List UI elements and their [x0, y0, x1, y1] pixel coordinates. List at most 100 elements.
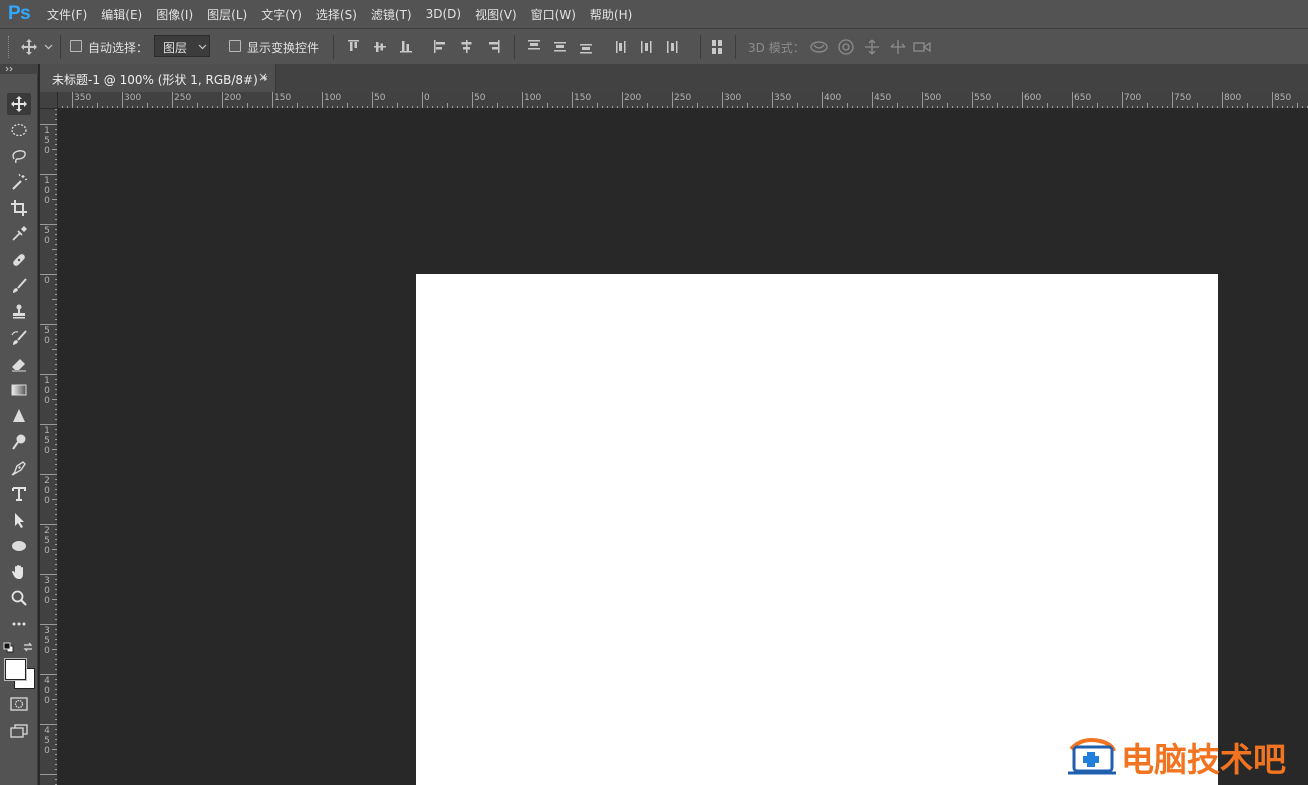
gradient-tool[interactable] [7, 379, 31, 401]
hand-tool[interactable] [7, 561, 31, 583]
ruler-label: 150 [574, 93, 592, 103]
ruler-label: 100 [44, 376, 50, 406]
arrow-pointer-icon [15, 513, 24, 528]
ruler-label: 250 [44, 526, 50, 556]
ruler-label: 600 [1024, 93, 1042, 103]
eraser-icon [12, 359, 26, 372]
magnifier-icon [11, 590, 27, 606]
menu-window[interactable]: 窗口(W) [524, 6, 583, 23]
menu-items: 文件(F) 编辑(E) 图像(I) 图层(L) 文字(Y) 选择(S) 滤镜(T… [40, 0, 639, 28]
show-transform-checkbox[interactable] [229, 40, 241, 52]
ruler-label: 300 [724, 93, 742, 103]
menu-filter[interactable]: 滤镜(T) [364, 6, 419, 23]
ruler-label: 450 [44, 726, 50, 756]
menu-file[interactable]: 文件(F) [40, 6, 94, 23]
document-canvas[interactable] [416, 274, 1218, 785]
document-tab-title: 未标题-1 @ 100% (形状 1, RGB/8#) * [52, 73, 268, 87]
ruler-origin[interactable] [40, 92, 58, 109]
magic-wand-tool[interactable] [7, 171, 31, 193]
ruler-label: 400 [44, 676, 50, 706]
foreground-color-swatch[interactable] [4, 658, 27, 681]
type-tool[interactable] [7, 483, 31, 505]
ruler-label: 50 [474, 93, 486, 103]
menu-view[interactable]: 视图(V) [468, 6, 524, 23]
ruler-label: 500 [924, 93, 942, 103]
ruler-label: 0 [424, 93, 430, 103]
3d-mode-buttons-group[interactable] [808, 37, 938, 57]
default-colors-icon[interactable] [3, 642, 14, 653]
crop-tool[interactable] [7, 197, 31, 219]
ruler-label: 800 [1224, 93, 1242, 103]
shape-tool[interactable] [7, 535, 31, 557]
eyedropper-tool[interactable] [7, 223, 31, 245]
brush-tool[interactable] [7, 275, 31, 297]
crop-icon [11, 200, 27, 216]
ruler-label: 100 [324, 93, 342, 103]
watermark: 电脑技术吧 [1066, 733, 1306, 779]
zoom-tool[interactable] [7, 587, 31, 609]
eraser-tool[interactable] [7, 353, 31, 375]
document-tab[interactable]: 未标题-1 @ 100% (形状 1, RGB/8#) * × [40, 64, 276, 92]
menu-help[interactable]: 帮助(H) [583, 6, 639, 23]
history-brush-tool[interactable] [7, 327, 31, 349]
ruler-label: 650 [1074, 93, 1092, 103]
more-tools-button[interactable] [7, 613, 31, 635]
photoshop-logo[interactable]: Ps [8, 3, 31, 25]
align-buttons-group[interactable] [346, 38, 506, 56]
ruler-label: 150 [274, 93, 292, 103]
watermark-logo-icon [1068, 738, 1116, 775]
ruler-label: 850 [1274, 93, 1292, 103]
tools-panel-header[interactable] [0, 64, 38, 74]
close-icon[interactable]: × [258, 70, 268, 84]
auto-select-label: 自动选择： [88, 41, 149, 55]
screen-mode-icon[interactable] [9, 723, 29, 739]
ruler-label: 300 [124, 93, 142, 103]
ruler-label: 200 [44, 476, 50, 506]
move-icon [11, 96, 27, 112]
swap-colors-icon[interactable] [22, 641, 34, 653]
ellipse-shape-icon [12, 541, 26, 551]
auto-select-checkbox[interactable] [70, 40, 82, 52]
options-bar-grip[interactable] [8, 36, 11, 58]
blur-tool[interactable] [7, 405, 31, 427]
marquee-tool[interactable] [7, 119, 31, 141]
auto-select-target-select[interactable]: 图层 [154, 35, 210, 57]
menu-layer[interactable]: 图层(L) [200, 6, 254, 23]
move-tool-preset-icon[interactable] [20, 38, 38, 56]
ruler-label: 0 [44, 276, 50, 286]
dodge-icon [12, 434, 26, 450]
ruler-label: 350 [44, 626, 50, 656]
ruler-label: 250 [174, 93, 192, 103]
ruler-label: 450 [874, 93, 892, 103]
healing-brush-tool[interactable] [7, 249, 31, 271]
vertical-ruler[interactable]: 150 100 50 0 50 100 150 200 250 300 350 400 450 [40, 109, 58, 785]
chevron-down-icon[interactable] [44, 44, 53, 50]
ruler-label: 200 [624, 93, 642, 103]
auto-align-icon[interactable] [709, 38, 725, 56]
expand-panel-icon[interactable] [5, 66, 15, 72]
tools-panel [0, 64, 38, 785]
ruler-label: 100 [524, 93, 542, 103]
hand-icon [12, 565, 23, 579]
show-transform-label: 显示变换控件 [247, 41, 320, 55]
path-selection-tool[interactable] [7, 509, 31, 531]
clone-stamp-tool[interactable] [7, 301, 31, 323]
ruler-label: 550 [974, 93, 992, 103]
menu-select[interactable]: 选择(S) [309, 6, 364, 23]
menu-edit[interactable]: 编辑(E) [94, 6, 149, 23]
dodge-tool[interactable] [7, 431, 31, 453]
menu-bar: Ps 文件(F) 编辑(E) 图像(I) 图层(L) 文字(Y) 选择(S) 滤… [0, 0, 1308, 28]
menu-3d[interactable]: 3D(D) [419, 7, 468, 21]
quick-mask-icon[interactable] [9, 696, 29, 712]
lasso-tool[interactable] [7, 145, 31, 167]
horizontal-ruler[interactable]: 350 300 250 200 150 100 50 0 50 100 150 200 250 300 35… [58, 92, 1308, 109]
move-tool[interactable] [7, 93, 31, 115]
pen-tool[interactable] [7, 457, 31, 479]
ruler-label: 50 [44, 226, 50, 246]
ruler-label: 400 [824, 93, 842, 103]
distribute-buttons-group[interactable] [524, 38, 694, 56]
menu-type[interactable]: 文字(Y) [254, 6, 309, 23]
menu-image[interactable]: 图像(I) [149, 6, 200, 23]
bandage-icon [13, 254, 25, 266]
ruler-label: 100 [44, 176, 50, 206]
